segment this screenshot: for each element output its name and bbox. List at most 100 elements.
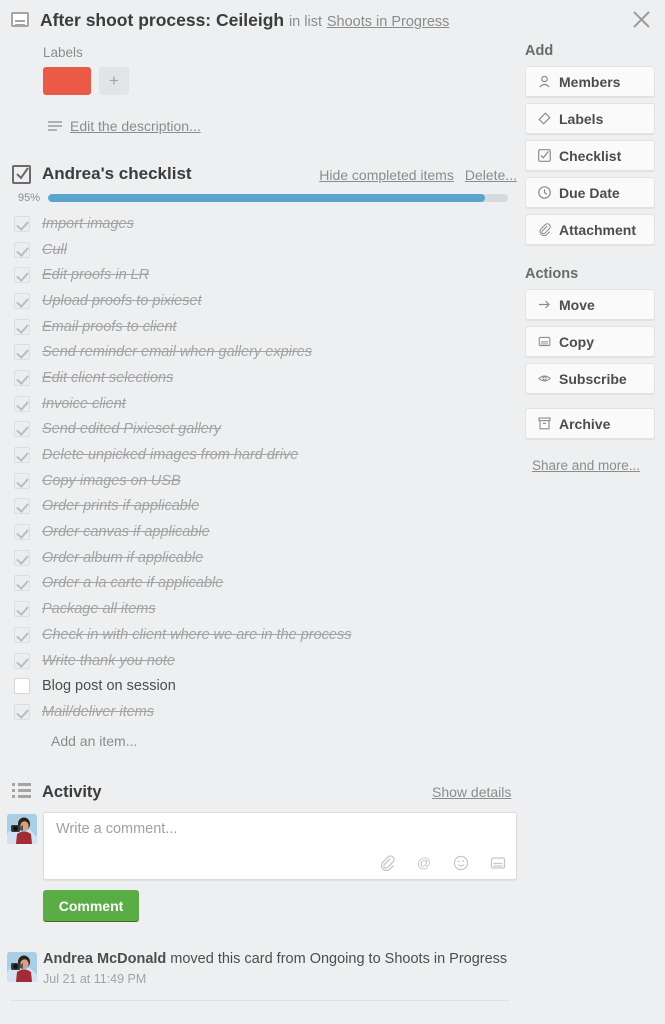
hide-completed-items-button[interactable]: Hide completed items [319,167,454,183]
checkbox-checked[interactable] [14,292,30,309]
checklist-item-label: Delete unpicked images from hard drive [42,447,299,464]
labels-heading: Labels [43,45,83,60]
checklist-item[interactable]: Email proofs to client [0,314,510,340]
sidebar-item-archive[interactable]: Archive [525,408,655,439]
sidebar-item-label: Members [559,73,621,90]
checklist-item[interactable]: Blog post on session [0,673,510,699]
checkbox-checked[interactable] [14,575,30,592]
checkbox-checked[interactable] [14,498,30,515]
close-icon[interactable] [625,4,657,36]
checklist-item[interactable]: Check in with client where we are in the… [0,622,510,648]
checklist-item[interactable]: Order album if applicable [0,545,510,571]
add-checklist-item-button[interactable]: Add an item... [51,733,137,749]
checklist-item[interactable]: Upload proofs to pixieset [0,288,510,314]
checklist-item[interactable]: Mail/deliver items [0,699,510,725]
progress-track [48,194,508,202]
checklist-item[interactable]: Order a la carte if applicable [0,571,510,597]
activity-action-text: moved this card from Ongoing to Shoots i… [166,951,508,967]
sidebar-item-label: Subscribe [559,370,627,387]
checklist-item[interactable]: Cull [0,237,510,263]
checklist-item[interactable]: Order prints if applicable [0,494,510,520]
attachment-icon [537,223,551,237]
checklist-item[interactable]: Write thank you note [0,648,510,674]
checkbox-checked[interactable] [14,318,30,335]
sidebar-item-checklist[interactable]: Checklist [525,140,655,171]
sidebar-item-members[interactable]: Members [525,66,655,97]
checkbox-checked[interactable] [14,267,30,284]
labels-section: Labels + [43,45,129,95]
activity-entry: Andrea McDonald moved this card from Ong… [43,950,513,986]
sidebar-item-move[interactable]: Move [525,289,655,320]
checkbox-checked[interactable] [14,421,30,438]
sidebar-item-copy[interactable]: Copy [525,326,655,357]
sidebar-item-label: Archive [559,415,611,432]
checkbox-checked[interactable] [14,395,30,412]
checkbox-checked[interactable] [14,344,30,361]
page-title: After shoot process: Ceileigh in list Sh… [40,9,620,33]
eye-icon [537,372,551,386]
card-icon[interactable] [490,855,506,871]
checkbox-checked[interactable] [14,369,30,386]
show-details-button[interactable]: Show details [432,784,511,800]
sidebar-actions-heading: Actions [525,266,579,282]
comment-button[interactable]: Comment [43,890,139,921]
card-header: After shoot process: Ceileigh in list Sh… [0,0,665,40]
checklist-item[interactable]: Import images [0,211,510,237]
checklist-item[interactable]: Send reminder email when gallery expires [0,339,510,365]
sidebar-item-labels[interactable]: Labels [525,103,655,134]
share-and-more-button[interactable]: Share and more... [532,458,655,473]
checklist-item[interactable]: Edit client selections [0,365,510,391]
list-name-link[interactable]: Shoots in Progress [327,14,450,30]
checklist-item[interactable]: Delete unpicked images from hard drive [0,442,510,468]
checklist-item-label: Order canvas if applicable [42,524,210,541]
checklist-item-label: Package all items [42,601,156,618]
in-list-label: in list [288,14,322,30]
checklist-item-list: Import images Cull Edit proofs in LR Upload… [0,211,510,725]
emoji-icon[interactable] [453,855,469,871]
avatar[interactable] [7,952,37,982]
checklist-item-label: Import images [42,215,134,232]
member-icon [537,75,551,89]
checkbox-checked[interactable] [14,703,30,720]
checkbox-checked[interactable] [14,241,30,258]
checklist-item[interactable]: Copy images on USB [0,468,510,494]
activity-timestamp: Jul 21 at 11:49 PM [43,972,147,986]
checkbox-checked[interactable] [14,472,30,489]
label-chip-red[interactable] [43,67,91,95]
checklist-item[interactable]: Send edited Pixieset gallery [0,417,510,443]
checkbox-checked[interactable] [14,652,30,669]
checkbox-checked[interactable] [14,215,30,232]
checklist-item[interactable]: Order canvas if applicable [0,519,510,545]
sidebar-item-attachment[interactable]: Attachment [525,214,655,245]
checklist-icon [537,149,551,163]
checkbox-unchecked[interactable] [14,678,30,695]
attachment-icon[interactable] [379,855,395,872]
edit-description-label: Edit the description... [70,118,201,134]
checkbox-checked[interactable] [14,524,30,541]
delete-checklist-button[interactable]: Delete... [465,167,517,183]
checklist-actions: Hide completed items Delete... [319,167,517,183]
sidebar-item-due-date[interactable]: Due Date [525,177,655,208]
checkbox-checked[interactable] [14,601,30,618]
checklist-item-label: Write thank you note [42,652,175,669]
sidebar-item-subscribe[interactable]: Subscribe [525,363,655,394]
checklist-item-label: Email proofs to client [42,318,177,335]
edit-description-button[interactable]: Edit the description... [48,118,201,134]
avatar[interactable] [7,814,37,844]
checklist-title: Andrea's checklist [42,164,192,183]
checkbox-checked[interactable] [14,447,30,464]
checkbox-checked[interactable] [14,549,30,566]
checklist-item[interactable]: Package all items [0,596,510,622]
add-label-button[interactable]: + [99,67,129,95]
checklist-progress: 95% [8,192,508,204]
checklist-item[interactable]: Invoice client [0,391,510,417]
description-icon [48,120,62,132]
comment-input-box[interactable]: Write a comment... @ [43,812,517,880]
mention-icon[interactable]: @ [416,855,432,871]
checklist-item[interactable]: Edit proofs in LR [0,262,510,288]
activity-member-name[interactable]: Andrea McDonald [43,951,166,967]
activity-text: Andrea McDonald moved this card from Ong… [43,950,513,969]
checklist-item-label: Order a la carte if applicable [42,575,224,592]
checklist-item-label: Blog post on session [42,678,176,695]
checkbox-checked[interactable] [14,626,30,643]
